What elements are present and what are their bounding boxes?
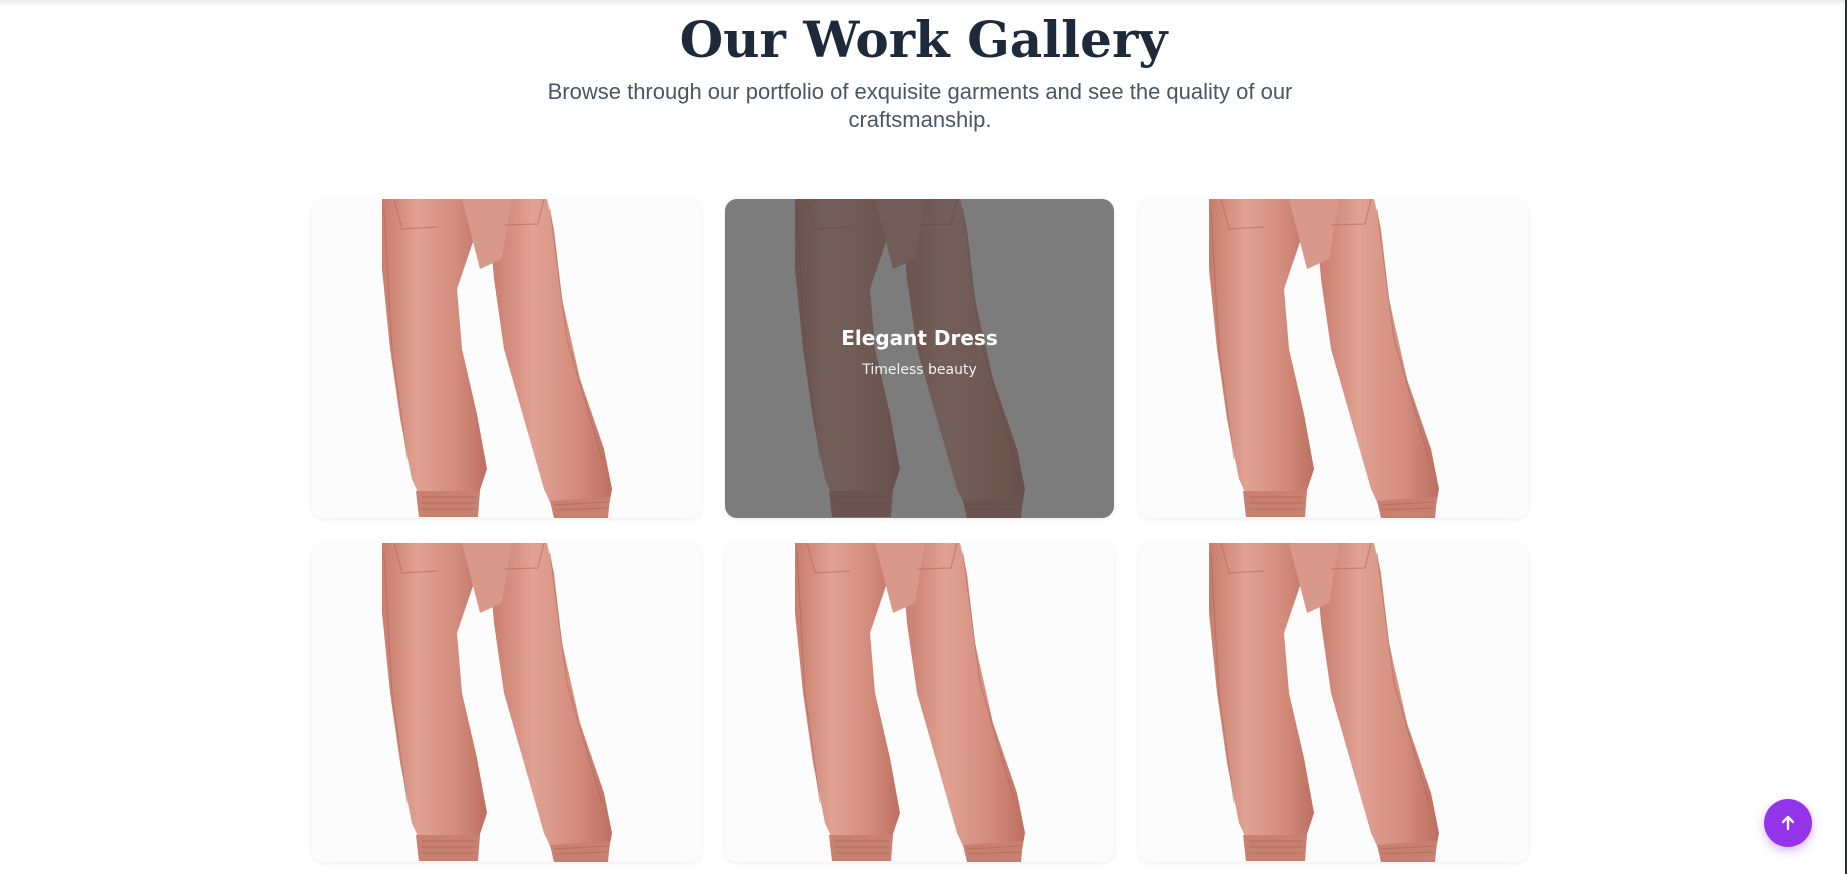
scroll-to-top-button[interactable] [1764, 799, 1812, 847]
gallery-image [794, 543, 1026, 862]
arrow-up-icon [1781, 815, 1795, 831]
gallery-card[interactable] [1139, 543, 1528, 862]
gallery-image [1208, 199, 1440, 518]
gallery-card-hovered[interactable]: Elegant Dress Timeless beauty [725, 199, 1114, 518]
gallery-card-overlay: Elegant Dress Timeless beauty [725, 199, 1114, 518]
gallery-card-title: Elegant Dress [841, 325, 998, 350]
page-subtitle: Browse through our portfolio of exquisit… [547, 79, 1293, 132]
gallery-image [381, 199, 613, 518]
gallery-card[interactable] [312, 543, 701, 862]
gallery-image [381, 543, 613, 862]
page-title: Our Work Gallery [679, 10, 1168, 69]
gallery-card[interactable] [1139, 199, 1528, 518]
gallery-card[interactable] [312, 199, 701, 518]
gallery-image [1208, 543, 1440, 862]
gallery-card-caption: Timeless beauty [862, 361, 977, 378]
gallery-card[interactable] [725, 543, 1114, 862]
